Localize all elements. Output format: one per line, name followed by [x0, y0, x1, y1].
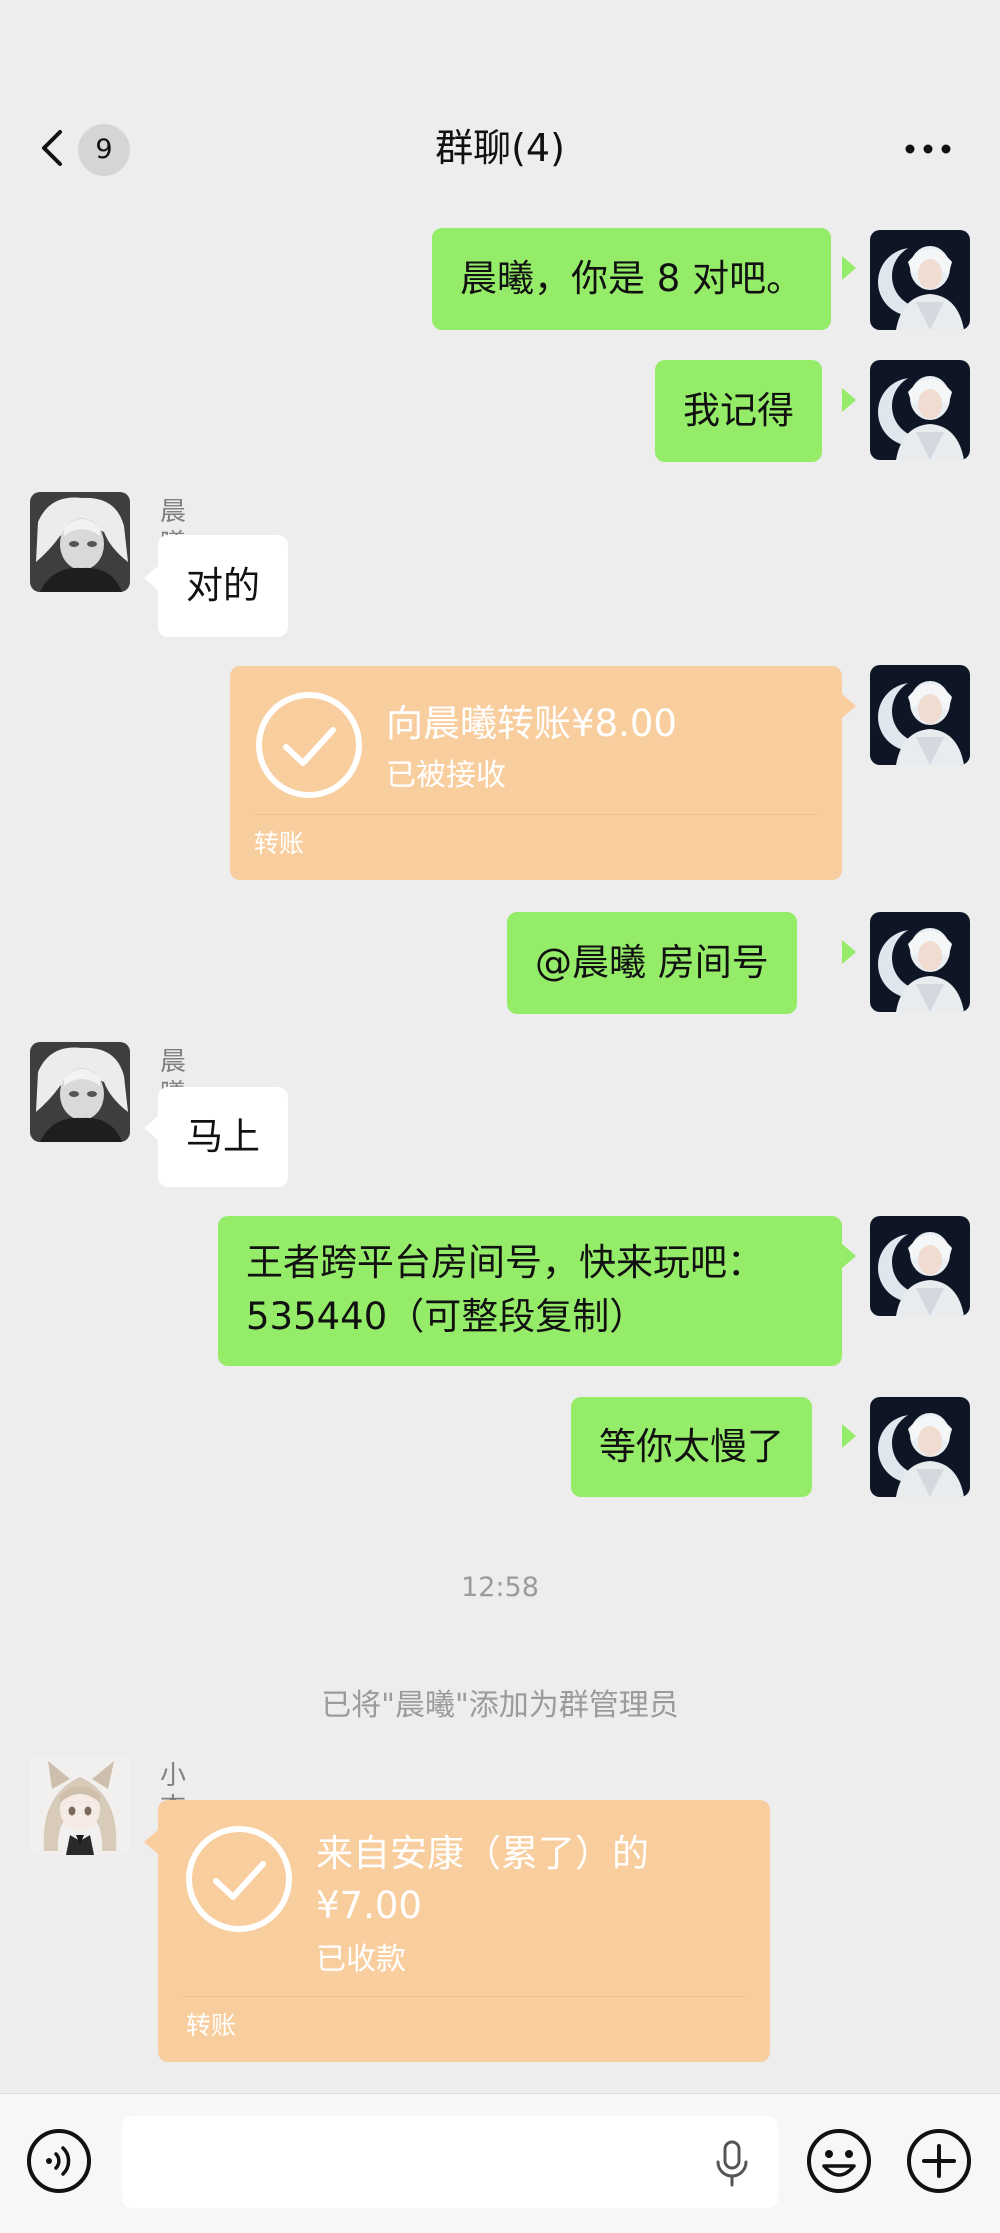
message-bubble[interactable]: 马上 [158, 1087, 288, 1187]
avatar-image [870, 230, 970, 330]
message-line: 535440（可整段复制） [246, 1295, 647, 1338]
bubble-tail [842, 256, 856, 280]
transfer-amount: ¥7.00 [316, 1884, 422, 1927]
divider [254, 814, 818, 815]
avatar-image [30, 1042, 130, 1142]
transfer-status: 已被接收 [386, 758, 506, 793]
message-bubble[interactable]: 对的 [158, 535, 288, 637]
bubble-tail [842, 694, 856, 718]
bubble-tail [842, 940, 856, 964]
transfer-card[interactable]: 向晨曦转账¥8.00 已被接收 转账 [230, 666, 842, 880]
voice-icon[interactable] [26, 2128, 92, 2194]
message-line: 王者跨平台房间号，快来玩吧： [246, 1241, 764, 1284]
contact-avatar-chenxi[interactable] [30, 492, 130, 592]
bubble-tail [842, 388, 856, 412]
avatar-image [870, 1397, 970, 1497]
message-bubble[interactable]: @晨曦 房间号 [507, 912, 797, 1014]
avatar-image [870, 1216, 970, 1316]
message-bubble[interactable]: 晨曦，你是 8 对吧。 [432, 228, 832, 330]
bubble-tail [144, 1830, 158, 1854]
message-bubble[interactable]: 等你太慢了 [571, 1397, 812, 1497]
transfer-card[interactable]: 来自安康（累了）的 ¥7.00 已收款 转账 [158, 1800, 770, 2062]
emoji-icon[interactable] [806, 2128, 872, 2194]
bubble-tail [144, 566, 158, 590]
divider [182, 1996, 746, 1997]
contact-avatar-chenxi[interactable] [30, 1042, 130, 1142]
avatar-image [30, 1755, 130, 1855]
avatar-image [870, 665, 970, 765]
message-input[interactable] [122, 2116, 778, 2208]
message-bubble[interactable]: 王者跨平台房间号，快来玩吧： 535440（可整段复制） [218, 1216, 842, 1366]
timestamp: 12:58 [461, 1572, 539, 1603]
avatar-image [30, 492, 130, 592]
transfer-footer: 转账 [254, 829, 305, 858]
check-circle-icon [186, 1826, 292, 1932]
bubble-tail [144, 1116, 158, 1140]
my-avatar[interactable] [870, 1216, 970, 1316]
transfer-title: 向晨曦转账¥8.00 [386, 702, 677, 745]
chat-header: 9 群聊(4) [0, 0, 1000, 210]
my-avatar[interactable] [870, 1397, 970, 1497]
message-bubble[interactable]: 我记得 [655, 360, 822, 462]
more-dots-icon[interactable] [904, 134, 952, 164]
my-avatar[interactable] [870, 912, 970, 1012]
bubble-tail [842, 1244, 856, 1268]
avatar-image [870, 912, 970, 1012]
plus-icon[interactable] [906, 2128, 972, 2194]
avatar-image [870, 360, 970, 460]
chat-title: 群聊(4) [435, 126, 565, 170]
check-circle-icon [256, 692, 362, 798]
my-avatar[interactable] [870, 665, 970, 765]
input-bar [0, 2093, 1000, 2233]
my-avatar[interactable] [870, 360, 970, 460]
system-message: 已将"晨曦"添加为群管理员 [321, 1688, 679, 1723]
bubble-tail [842, 1424, 856, 1448]
transfer-title: 来自安康（累了）的 [316, 1832, 649, 1875]
my-avatar[interactable] [870, 230, 970, 330]
microphone-icon[interactable] [714, 2140, 750, 2188]
contact-avatar-xiaoxing[interactable] [30, 1755, 130, 1855]
transfer-footer: 转账 [186, 2011, 237, 2040]
transfer-status: 已收款 [316, 1942, 406, 1977]
